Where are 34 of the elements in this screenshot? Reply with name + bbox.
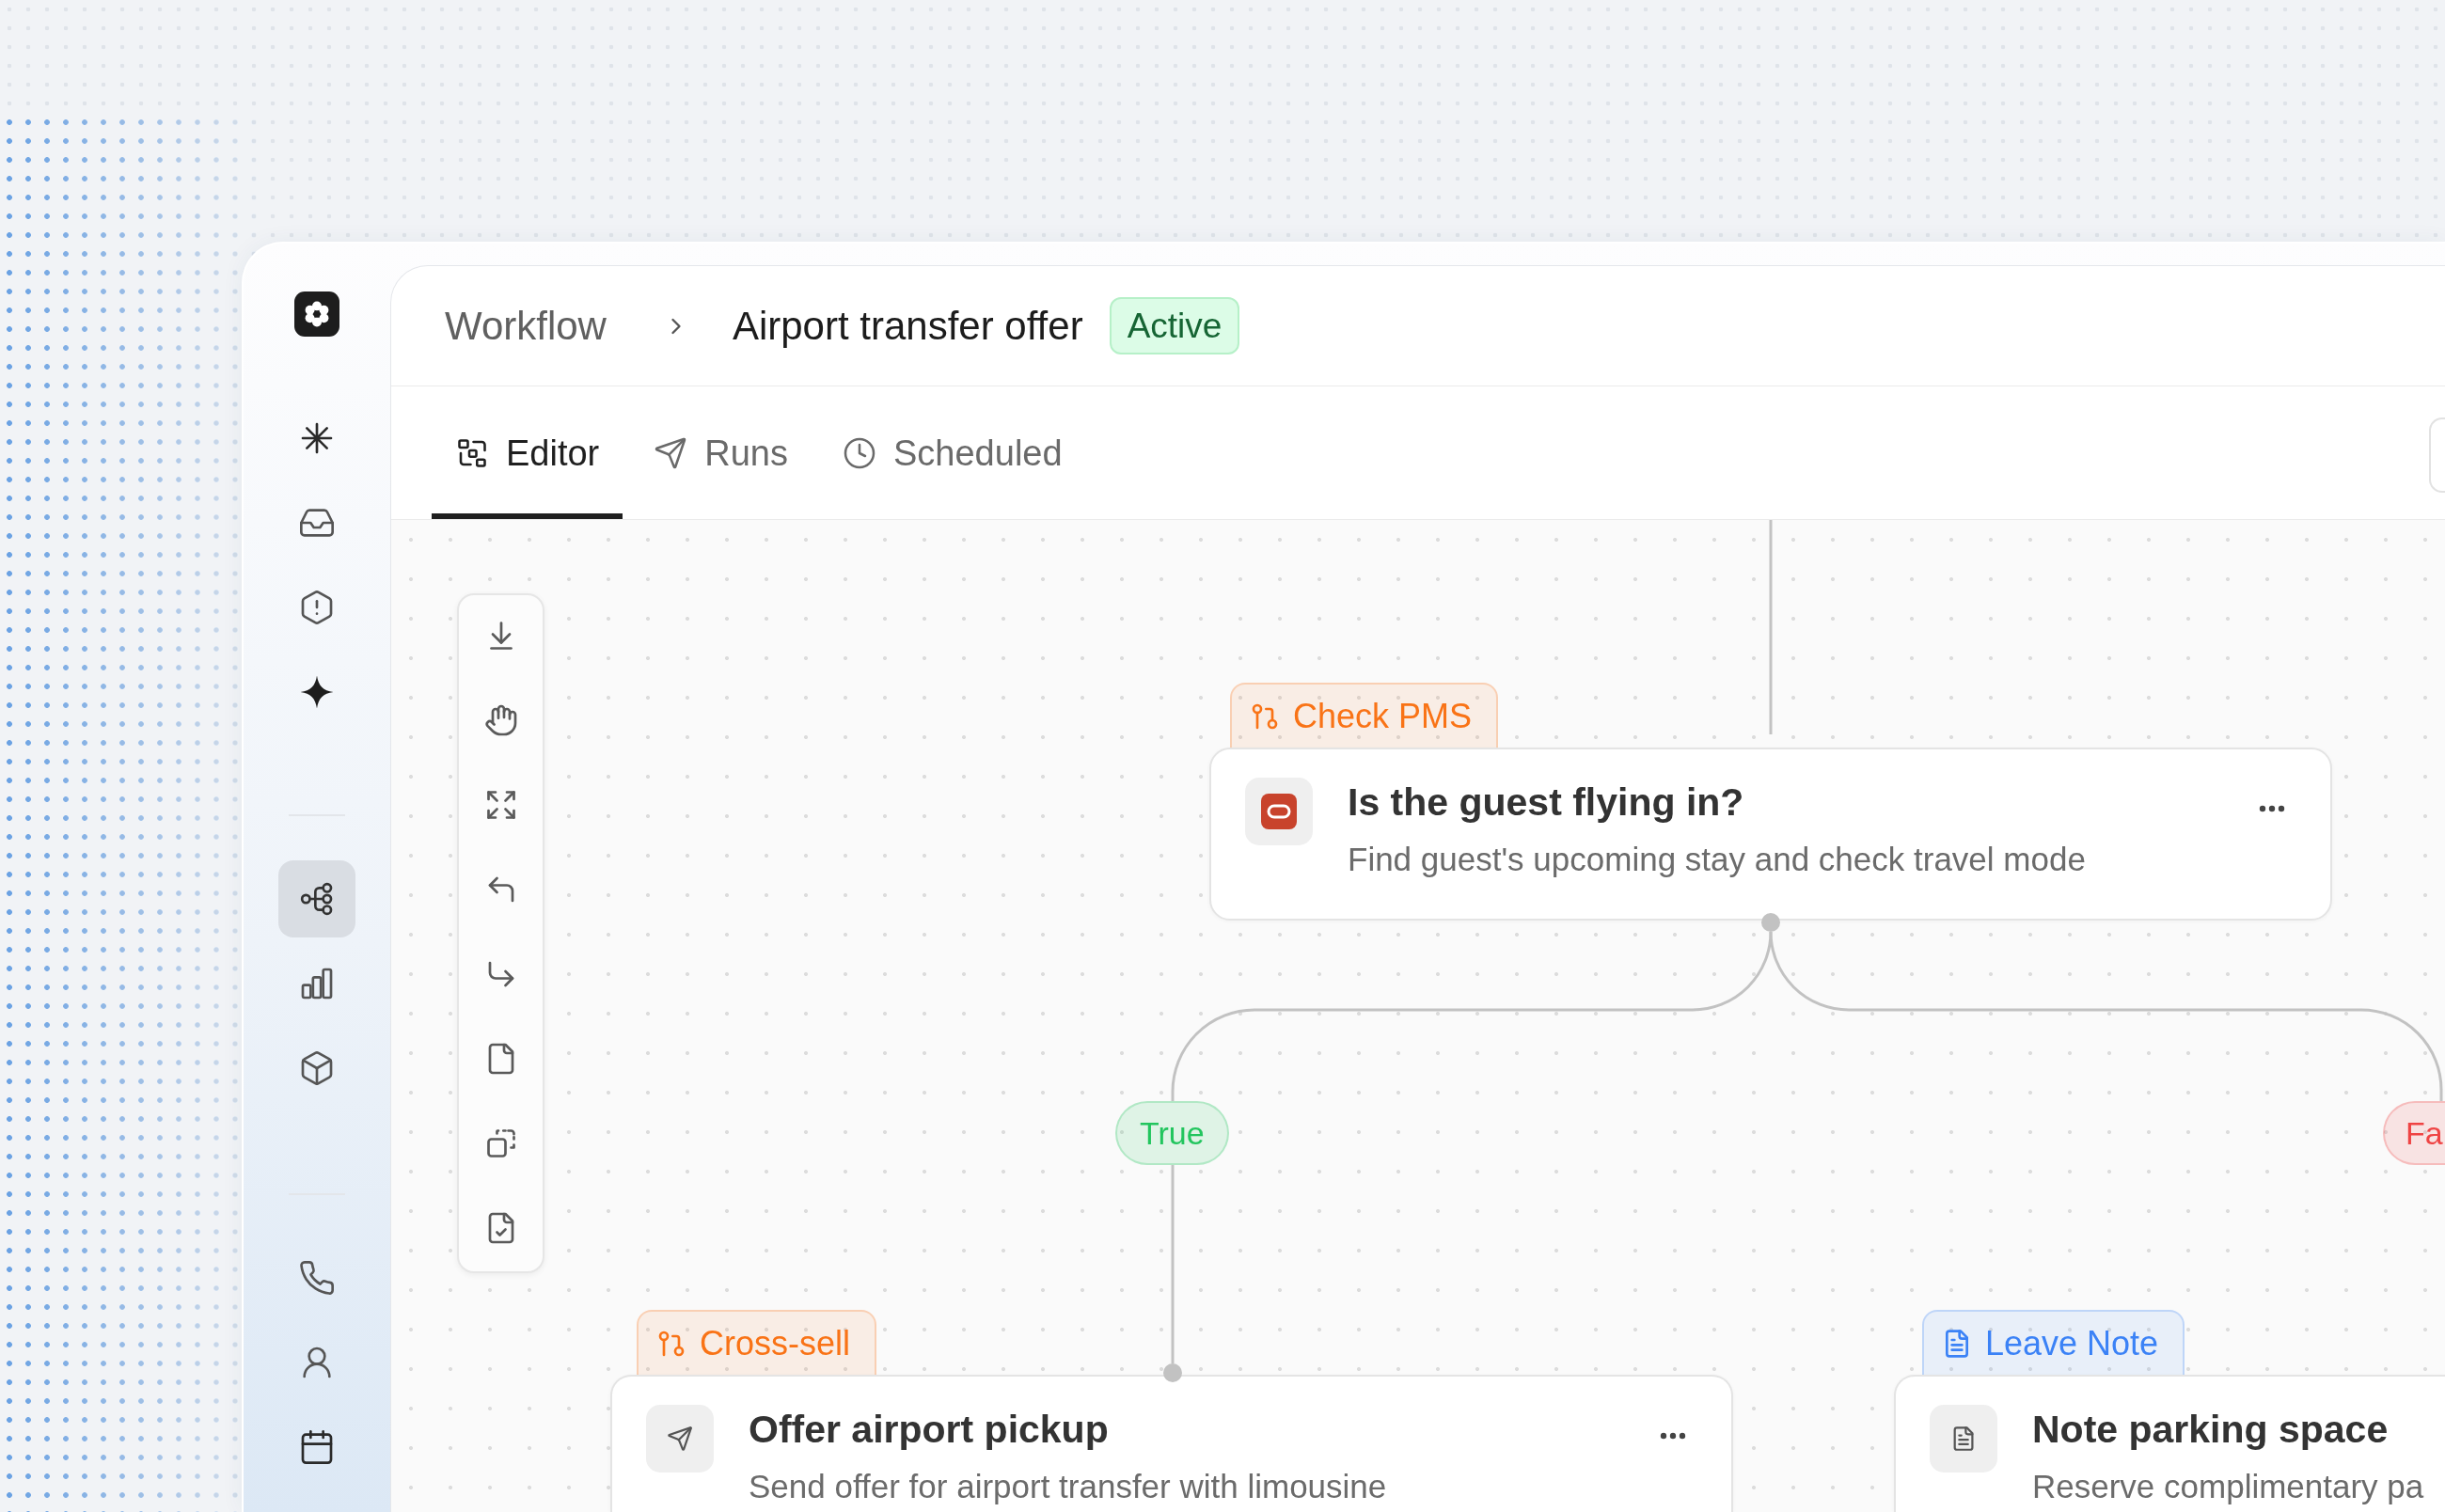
tag-label: Leave Note — [1985, 1327, 2159, 1361]
hand-icon[interactable] — [483, 703, 518, 737]
phone-icon — [298, 1259, 336, 1297]
page-title: Airport transfer offer — [732, 306, 1083, 346]
node-description: Send offer for airport transfer with limousine — [749, 1467, 1388, 1506]
document-icon — [1930, 1405, 1997, 1473]
node-title: Note parking space — [2032, 1407, 2390, 1453]
tag-label: Cross-sell — [700, 1327, 850, 1361]
tab[interactable]: Scheduled — [819, 386, 1086, 519]
node-card[interactable]: Note parking space Reserve complimentary pa — [1894, 1375, 2445, 1512]
clock-icon — [843, 435, 876, 470]
more-icon[interactable] — [2259, 805, 2285, 812]
condition-badge: Fa — [2383, 1101, 2445, 1165]
branch-icon — [1250, 701, 1280, 732]
node-description: Reserve complimentary pa — [2032, 1467, 2425, 1506]
breadcrumb-link[interactable]: Workflow — [445, 306, 607, 346]
send-icon — [646, 1405, 714, 1473]
sidebar-nav-button[interactable] — [278, 860, 355, 937]
connector-dot[interactable] — [1761, 913, 1780, 932]
tag-label: Check PMS — [1293, 700, 1473, 733]
node-title: Offer airport pickup — [749, 1407, 1110, 1453]
connector-dot[interactable] — [1163, 1363, 1182, 1382]
branch-icon — [656, 1329, 686, 1359]
pill-logo-icon — [1245, 778, 1313, 845]
node-card[interactable]: Offer airport pickup Send offer for airport transfer with limousine — [610, 1375, 1733, 1512]
send-icon — [654, 435, 688, 470]
status-badge: Active — [1109, 297, 1240, 354]
tab[interactable]: Runs — [630, 386, 812, 519]
more-icon[interactable] — [1660, 1432, 1686, 1440]
node-description: Find guest's upcoming stay and check travel mode — [1348, 840, 2087, 879]
node-title: Is the guest flying in? — [1348, 780, 1745, 826]
condition-badge: True — [1115, 1101, 1229, 1165]
flower-logo-icon[interactable] — [294, 291, 339, 337]
node-card[interactable]: Is the guest flying in? Find guest's upcoming stay and check travel mode — [1209, 748, 2332, 921]
